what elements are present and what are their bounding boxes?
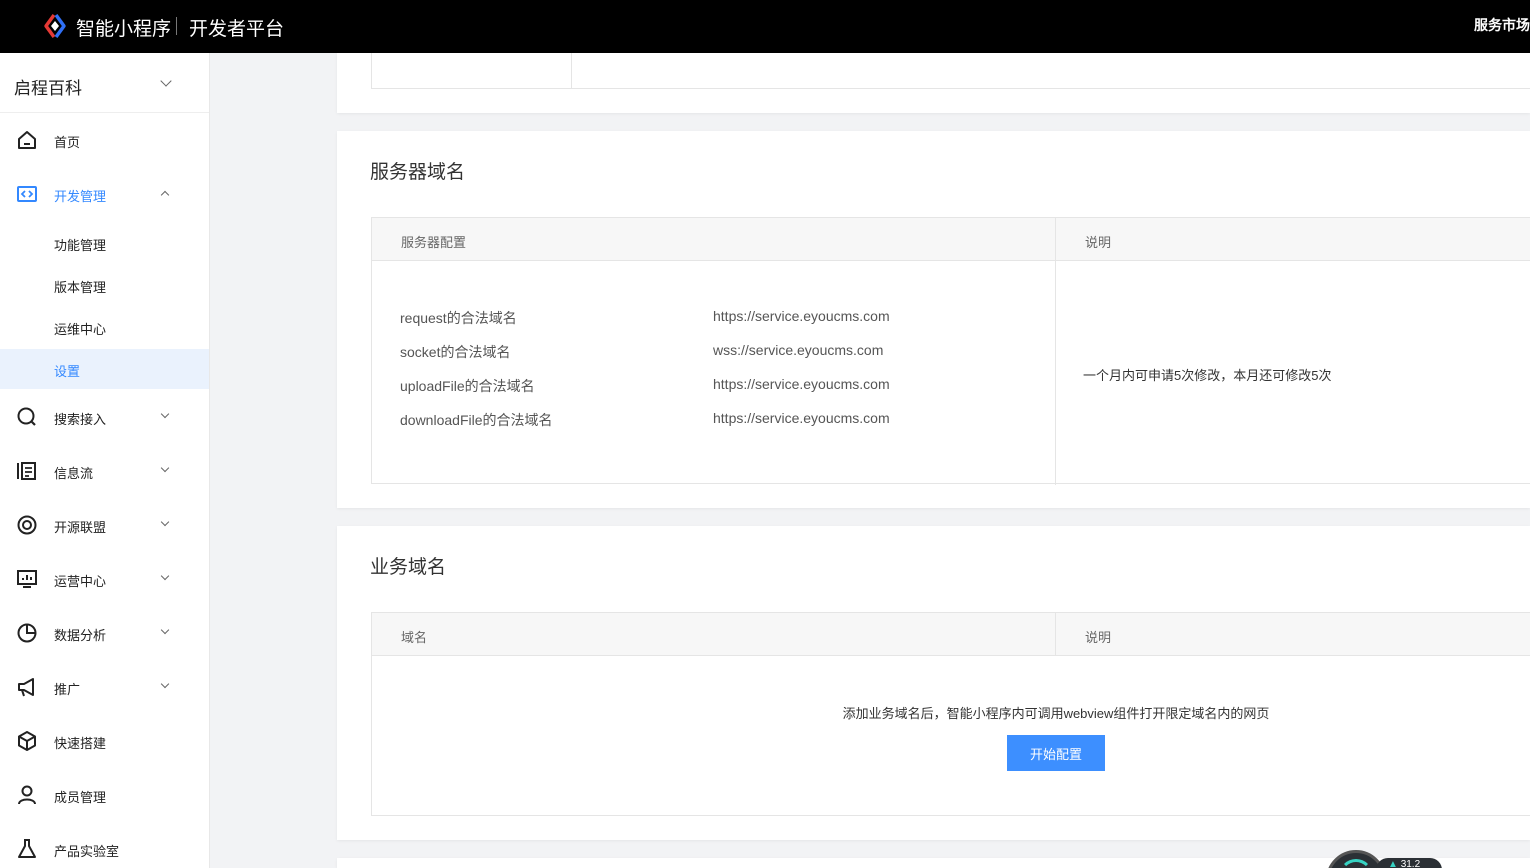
column-divider [571, 53, 572, 89]
server-domain-table: 服务器配置 说明 request的合法域名 https://service.ey… [371, 217, 1530, 485]
sidebar-item-operations-center[interactable]: 运营中心 [0, 558, 209, 600]
sidebar-item-feed[interactable]: 信息流 [0, 450, 209, 492]
sidebar-item-search-access[interactable]: 搜索接入 [0, 396, 209, 438]
app-name: 启程百科 [14, 79, 82, 98]
sidebar-subitem-label: 版本管理 [54, 280, 107, 295]
cube-icon [18, 731, 36, 751]
monitor-icon [17, 570, 37, 588]
flask-icon [18, 839, 36, 858]
sidebar-item-label: 数据分析 [54, 628, 107, 643]
sidebar-item-label: 快速搭建 [54, 736, 107, 751]
sidebar-item-product-lab[interactable]: 产品实验室 [0, 828, 209, 868]
sidebar-item-member-management[interactable]: 成员管理 [0, 774, 209, 816]
sidebar-subitem-label: 功能管理 [54, 238, 107, 253]
chevron-down-icon [160, 463, 170, 473]
sidebar-item-label: 开源联盟 [54, 520, 107, 535]
sidebar-subitem-version-management[interactable]: 版本管理 [0, 265, 209, 305]
widget-value: 31.2 [1400, 859, 1421, 868]
domain-type-label: socket的合法域名 [400, 344, 511, 360]
sidebar-item-open-source-alliance[interactable]: 开源联盟 [0, 504, 209, 546]
sidebar-subitem-ops-center[interactable]: 运维中心 [0, 307, 209, 347]
domain-type-label: request的合法域名 [400, 310, 517, 326]
sidebar-subitem-feature-management[interactable]: 功能管理 [0, 223, 209, 263]
brand-divider [176, 17, 177, 35]
domain-value: wss://service.eyoucms.com [713, 342, 884, 358]
service-market-link[interactable]: 服务市场 [1474, 15, 1530, 35]
previous-section-card [337, 53, 1530, 113]
app-switcher[interactable]: 启程百科 [0, 53, 209, 113]
empty-state-tip: 添加业务域名后，智能小程序内可调用webview组件打开限定域名内的网页 [842, 706, 1270, 721]
modification-note: 一个月内可申请5次修改，本月还可修改5次 [1083, 368, 1332, 383]
target-icon [17, 515, 37, 535]
sidebar-subitem-label: 运维中心 [54, 322, 107, 337]
chevron-down-icon [160, 571, 170, 581]
sidebar-item-home[interactable]: 首页 [0, 119, 209, 161]
chevron-down-icon [160, 517, 170, 527]
chevron-down-icon [160, 75, 172, 87]
domain-value: https://service.eyoucms.com [713, 376, 890, 392]
sidebar-item-label: 推广 [54, 682, 81, 697]
pie-chart-icon [17, 623, 37, 643]
column-header-domain: 域名 [401, 630, 428, 645]
table-header: 服务器配置 说明 [372, 218, 1530, 261]
gauge-arc [1339, 859, 1373, 868]
search-icon [17, 407, 36, 426]
brand-subtitle[interactable]: 开发者平台 [189, 14, 284, 41]
column-header-description: 说明 [1085, 630, 1112, 645]
domain-type-label: downloadFile的合法域名 [400, 412, 553, 428]
chevron-down-icon [160, 679, 170, 689]
sidebar-item-label: 产品实验室 [54, 844, 120, 859]
user-icon [18, 785, 36, 805]
section-title: 业务域名 [370, 557, 447, 578]
column-header-description: 说明 [1085, 235, 1112, 250]
server-domain-card: 服务器域名 服务器配置 说明 request的合法域名 https://serv… [337, 131, 1530, 508]
sidebar-subitem-label: 设置 [54, 364, 81, 379]
sidebar-item-dev-management[interactable]: 开发管理 [0, 173, 209, 215]
sidebar-item-label: 信息流 [54, 466, 94, 481]
home-icon [18, 131, 36, 149]
column-header-config: 服务器配置 [401, 235, 467, 250]
logo-icon[interactable] [42, 13, 68, 39]
sidebar: 启程百科 首页 开发管理 功能管理 版本管理 运维中心 设置 搜索接入 信息流 … [0, 53, 210, 868]
sidebar-item-data-analysis[interactable]: 数据分析 [0, 612, 209, 654]
code-icon [17, 186, 37, 202]
feed-icon [17, 462, 36, 480]
chevron-down-icon [160, 625, 170, 635]
megaphone-icon [18, 678, 34, 697]
start-config-button[interactable]: 开始配置 [1007, 735, 1105, 771]
speed-widget[interactable]: ▲ 31.2 [1326, 848, 1444, 868]
domain-value: https://service.eyoucms.com [713, 410, 890, 426]
business-domain-card: 业务域名 域名 说明 添加业务域名后，智能小程序内可调用webview组件打开限… [337, 526, 1530, 840]
column-divider [1055, 218, 1056, 485]
previous-table [371, 53, 1530, 89]
sidebar-item-label: 首页 [54, 135, 81, 150]
sidebar-subitem-settings[interactable]: 设置 [0, 349, 209, 389]
section-title: 服务器域名 [370, 162, 466, 183]
business-domain-table: 域名 说明 添加业务域名后，智能小程序内可调用webview组件打开限定域名内的… [371, 612, 1530, 816]
domain-type-label: uploadFile的合法域名 [400, 378, 535, 394]
chevron-down-icon [160, 409, 170, 419]
brand-name[interactable]: 智能小程序 [76, 14, 171, 41]
sidebar-item-promotion[interactable]: 推广 [0, 666, 209, 708]
sidebar-item-label: 成员管理 [54, 790, 107, 805]
sidebar-item-label: 开发管理 [54, 189, 107, 204]
widget-readout: ▲ 31.2 [1376, 858, 1442, 868]
domain-value: https://service.eyoucms.com [713, 308, 890, 324]
column-divider [1055, 613, 1056, 656]
sidebar-item-label: 搜索接入 [54, 412, 107, 427]
sidebar-item-label: 运营中心 [54, 574, 107, 589]
chevron-up-icon [160, 190, 170, 200]
table-header: 域名 说明 [372, 613, 1530, 656]
up-arrow-icon: ▲ [1388, 859, 1398, 868]
sidebar-item-quick-build[interactable]: 快速搭建 [0, 720, 209, 762]
top-bar: 智能小程序 开发者平台 服务市场 [0, 0, 1530, 53]
